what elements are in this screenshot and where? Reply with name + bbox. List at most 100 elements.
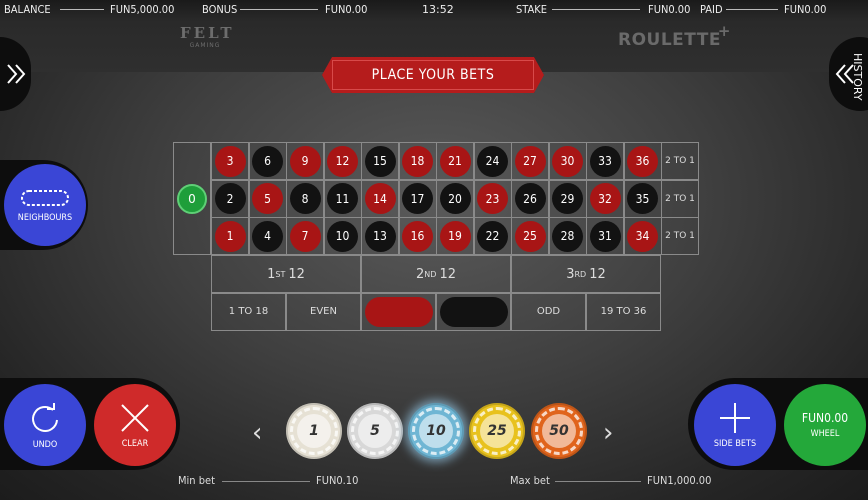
number-bet-cell[interactable]: 28 bbox=[548, 217, 587, 256]
number-bet-cell[interactable]: 6 bbox=[248, 142, 287, 180]
undo-label: UNDO bbox=[32, 440, 58, 450]
number-bet-cell[interactable]: 19 bbox=[436, 217, 474, 256]
number-bet-cell[interactable]: 3 bbox=[211, 142, 249, 180]
odd-bet-cell[interactable]: ODD bbox=[511, 292, 586, 331]
max-bet-label: Max bet bbox=[510, 474, 550, 487]
number-bet-cell[interactable]: 31 bbox=[586, 217, 624, 256]
number-bet-cell[interactable]: 2 bbox=[211, 179, 249, 218]
number-bet-cell[interactable]: 25 bbox=[511, 217, 549, 256]
number-label: 35 bbox=[627, 183, 658, 215]
chevron-left-icon[interactable]: ‹ bbox=[252, 418, 262, 448]
place-bets-banner: PLACE YOUR BETS bbox=[322, 57, 544, 93]
number-label: 20 bbox=[439, 183, 471, 215]
number-bet-cell[interactable]: 26 bbox=[511, 179, 549, 218]
zero-number: 0 bbox=[177, 183, 207, 214]
chip-value: 10 bbox=[419, 414, 453, 448]
number-label: 6 bbox=[252, 145, 283, 177]
number-bet-cell[interactable]: 10 bbox=[323, 217, 362, 256]
number-bet-cell[interactable]: 30 bbox=[548, 142, 587, 180]
number-label: 4 bbox=[252, 220, 283, 252]
dozen-bet-cell[interactable]: 3 RD 12 bbox=[511, 255, 661, 294]
high-bet-cell[interactable]: 19 TO 36 bbox=[586, 292, 661, 331]
column-bet-cell[interactable]: 2 TO 1 bbox=[661, 142, 699, 180]
side-bets-button[interactable]: SIDE BETS bbox=[694, 384, 776, 466]
number-bet-cell[interactable]: 18 bbox=[398, 142, 437, 180]
red-swatch bbox=[364, 296, 433, 327]
chip-10[interactable]: 10 bbox=[408, 403, 464, 459]
number-bet-cell[interactable]: 24 bbox=[473, 142, 512, 180]
number-bet-cell[interactable]: 17 bbox=[398, 179, 437, 218]
number-bet-cell[interactable]: 33 bbox=[586, 142, 624, 180]
number-bet-cell[interactable]: 13 bbox=[361, 217, 399, 256]
number-bet-cell[interactable]: 29 bbox=[548, 179, 587, 218]
chip-50[interactable]: 50 bbox=[531, 403, 587, 459]
min-bet-divider bbox=[222, 481, 310, 482]
dozen-bet-cell[interactable]: 1 ST 12 bbox=[211, 255, 361, 294]
number-label: 31 bbox=[589, 220, 621, 252]
number-bet-cell[interactable]: 14 bbox=[361, 179, 399, 218]
chip-25[interactable]: 25 bbox=[469, 403, 525, 459]
number-bet-cell[interactable]: 27 bbox=[511, 142, 549, 180]
number-label: 29 bbox=[552, 183, 583, 215]
number-bet-cell[interactable]: 1 bbox=[211, 217, 249, 256]
number-label: 30 bbox=[552, 145, 583, 177]
number-bet-cell[interactable]: 32 bbox=[586, 179, 624, 218]
dozen-bet-cell[interactable]: 2 ND 12 bbox=[361, 255, 511, 294]
number-label: 18 bbox=[402, 145, 433, 177]
number-label: 14 bbox=[364, 183, 396, 215]
number-bet-cell[interactable]: 20 bbox=[436, 179, 474, 218]
stake-divider bbox=[552, 9, 640, 10]
wheel-label: WHEEL bbox=[810, 429, 840, 439]
wheel-button[interactable]: FUN0.00 WHEEL bbox=[784, 384, 866, 466]
even-bet-cell[interactable]: EVEN bbox=[286, 292, 361, 331]
number-bet-cell[interactable]: 5 bbox=[248, 179, 287, 218]
column-bet-cell[interactable]: 2 TO 1 bbox=[661, 217, 699, 256]
bonus-value: FUN0.00 bbox=[325, 3, 368, 16]
number-bet-cell[interactable]: 22 bbox=[473, 217, 512, 256]
zero-bet-cell[interactable]: 0 bbox=[173, 142, 211, 255]
dozen-suffix: RD bbox=[574, 269, 587, 279]
dozen-number: 3 bbox=[566, 266, 575, 282]
stake-value: FUN0.00 bbox=[648, 3, 691, 16]
min-bet-label: Min bet bbox=[178, 474, 215, 487]
neighbours-button[interactable]: NEIGHBOURS bbox=[4, 164, 86, 246]
min-bet-value: FUN0.10 bbox=[316, 474, 359, 487]
black-bet-cell[interactable] bbox=[436, 292, 511, 331]
number-label: 25 bbox=[514, 220, 546, 252]
clear-button[interactable]: CLEAR bbox=[94, 384, 176, 466]
number-bet-cell[interactable]: 34 bbox=[623, 217, 662, 256]
side-bets-label: SIDE BETS bbox=[713, 439, 757, 449]
number-bet-cell[interactable]: 8 bbox=[286, 179, 324, 218]
low-bet-cell[interactable]: 1 TO 18 bbox=[211, 292, 286, 331]
history-tab[interactable]: HISTORY bbox=[829, 37, 868, 111]
number-bet-cell[interactable]: 16 bbox=[398, 217, 437, 256]
chip-1[interactable]: 1 bbox=[286, 403, 342, 459]
number-bet-cell[interactable]: 7 bbox=[286, 217, 324, 256]
number-label: 23 bbox=[477, 183, 508, 215]
number-label: 2 bbox=[214, 183, 246, 215]
max-bet-divider bbox=[555, 481, 641, 482]
number-bet-cell[interactable]: 9 bbox=[286, 142, 324, 180]
number-bet-cell[interactable]: 21 bbox=[436, 142, 474, 180]
number-label: 1 bbox=[214, 220, 246, 252]
number-label: 15 bbox=[364, 145, 396, 177]
number-bet-cell[interactable]: 11 bbox=[323, 179, 362, 218]
red-bet-cell[interactable] bbox=[361, 292, 436, 331]
column-bet-cell[interactable]: 2 TO 1 bbox=[661, 179, 699, 218]
chip-5[interactable]: 5 bbox=[347, 403, 403, 459]
number-label: 5 bbox=[252, 183, 283, 215]
number-bet-cell[interactable]: 23 bbox=[473, 179, 512, 218]
number-bet-cell[interactable]: 36 bbox=[623, 142, 662, 180]
undo-button[interactable]: UNDO bbox=[4, 384, 86, 466]
chevron-right-icon[interactable]: › bbox=[603, 418, 613, 448]
number-bet-cell[interactable]: 35 bbox=[623, 179, 662, 218]
clear-label: CLEAR bbox=[121, 439, 149, 449]
number-bet-cell[interactable]: 4 bbox=[248, 217, 287, 256]
expand-menu-tab[interactable] bbox=[0, 37, 31, 111]
balance-divider bbox=[60, 9, 104, 10]
number-label: 11 bbox=[327, 183, 358, 215]
number-bet-cell[interactable]: 15 bbox=[361, 142, 399, 180]
paid-label: PAID bbox=[700, 3, 723, 16]
dozen-rest: 12 bbox=[589, 266, 606, 282]
number-bet-cell[interactable]: 12 bbox=[323, 142, 362, 180]
